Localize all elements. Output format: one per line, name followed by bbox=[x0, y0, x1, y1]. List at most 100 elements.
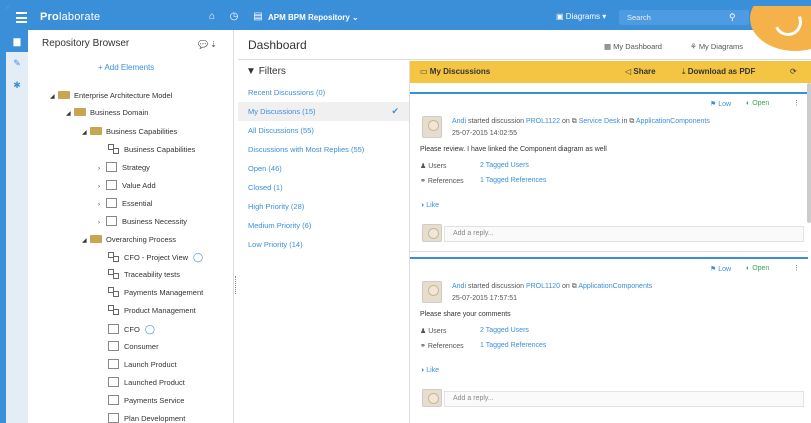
diagrams-menu[interactable]: ▣ Diagrams ▾ bbox=[556, 12, 606, 21]
filter-item[interactable]: Closed (1) bbox=[238, 178, 409, 197]
logo[interactable]: Prolaborate bbox=[40, 11, 100, 23]
discussions-panel: ▭ My Discussions ◁ Share ⤓ Download as P… bbox=[410, 61, 811, 423]
app-window: Prolaborate ⌂ ◷ ▤ APM BPM Repository ⌄ ▣… bbox=[6, 6, 811, 423]
filter-item[interactable]: Open (46) bbox=[238, 159, 409, 178]
document-icon bbox=[108, 377, 119, 387]
like-button[interactable]: ◑ Like bbox=[420, 367, 439, 374]
status-badge[interactable]: ◐ Open bbox=[746, 265, 769, 272]
dashboard-header: Dashboard ▦ My Dashboard ⚘ My Diagrams bbox=[238, 30, 811, 60]
tree-node[interactable]: › Essential bbox=[98, 197, 152, 211]
avatar bbox=[422, 116, 442, 138]
tree-node[interactable]: ◢ Overarching Process bbox=[82, 233, 176, 247]
home-icon[interactable]: ⌂ bbox=[206, 11, 218, 23]
tree-node[interactable]: ◢ Enterprise Architecture Model bbox=[50, 89, 172, 103]
discussions-title: ▭ My Discussions bbox=[420, 67, 491, 76]
tree-node[interactable]: Launched Product bbox=[108, 376, 185, 390]
filter-item[interactable]: Recent Discussions (0) bbox=[238, 83, 409, 102]
tagged-references-link[interactable]: 1 Tagged References bbox=[480, 342, 546, 349]
priority-badge[interactable]: ⚑ Low bbox=[710, 265, 731, 273]
my-diagrams-link[interactable]: ⚘ My Diagrams bbox=[690, 42, 743, 51]
diagram-icon bbox=[108, 305, 119, 315]
avatar bbox=[422, 224, 442, 242]
users-label: ♟ Users bbox=[420, 328, 447, 335]
tagged-users-link[interactable]: 2 Tagged Users bbox=[480, 162, 529, 169]
diagram-icon: ⧉ bbox=[571, 118, 577, 125]
discussion-icon[interactable]: ✎ bbox=[6, 52, 28, 74]
document-icon bbox=[108, 413, 119, 423]
tree-node[interactable]: ◢ Business Capabilities bbox=[82, 125, 177, 139]
panel-title: Repository Browser bbox=[42, 38, 130, 49]
tree-node[interactable]: CFO ◯ bbox=[108, 322, 155, 336]
priority-badge[interactable]: ⚑ Low bbox=[710, 100, 731, 108]
tree-node[interactable]: Traceability tests bbox=[108, 268, 180, 282]
users-label: ♟ Users bbox=[420, 163, 447, 170]
document-icon bbox=[108, 341, 119, 351]
tree-node[interactable]: CFO - Project View ◯ bbox=[108, 250, 203, 264]
discussion-card: ⚑ Low ◐ Open ⋮ Andi started discussion P… bbox=[410, 92, 808, 252]
references-label: ⚭ References bbox=[420, 178, 464, 185]
download-pdf-button[interactable]: ⤓ Download as PDF bbox=[682, 67, 755, 77]
discussions-toolbar: ▭ My Discussions ◁ Share ⤓ Download as P… bbox=[410, 61, 811, 83]
panel-actions[interactable]: 💬 ⇣ bbox=[198, 40, 217, 49]
my-dashboard-link[interactable]: ▦ My Dashboard bbox=[604, 42, 662, 51]
discussion-message: Please review. I have linked the Compone… bbox=[420, 146, 607, 153]
settings-icon[interactable]: ✱ bbox=[6, 74, 28, 96]
status-badge[interactable]: ◐ Open bbox=[746, 100, 769, 107]
tagged-references-link[interactable]: 1 Tagged References bbox=[480, 177, 546, 184]
menu-icon[interactable] bbox=[16, 12, 27, 23]
share-button[interactable]: ◁ Share bbox=[625, 67, 656, 76]
diagram-icon bbox=[108, 252, 119, 262]
document-icon bbox=[108, 395, 119, 405]
references-label: ⚭ References bbox=[420, 343, 464, 350]
discussion-header: Andi started discussion PROL1122 on ⧉ Se… bbox=[452, 118, 710, 125]
filter-item[interactable]: My Discussions (15) ✔ bbox=[238, 102, 409, 121]
diagram-icon: ⧉ bbox=[629, 118, 635, 125]
document-icon bbox=[106, 216, 117, 226]
tree-node[interactable]: › Strategy bbox=[98, 161, 150, 175]
panel-splitter[interactable] bbox=[235, 276, 237, 294]
clock-icon[interactable]: ◷ bbox=[228, 11, 240, 23]
repository-selector[interactable]: APM BPM Repository ⌄ bbox=[268, 13, 359, 22]
more-icon[interactable]: ⋮ bbox=[793, 99, 800, 107]
filter-item[interactable]: Discussions with Most Replies (55) bbox=[238, 140, 409, 159]
refresh-icon[interactable]: ⟳ bbox=[790, 67, 797, 76]
filter-item[interactable]: All Discussions (55) bbox=[238, 121, 409, 140]
tree-node[interactable]: ◢ Business Domain bbox=[66, 106, 148, 120]
folder-icon bbox=[90, 127, 102, 135]
repository-browser: Repository Browser 💬 ⇣ + Add Elements ◢ E… bbox=[28, 30, 234, 423]
tree-node[interactable]: Consumer bbox=[108, 340, 159, 354]
tagged-users-link[interactable]: 2 Tagged Users bbox=[480, 327, 529, 334]
tree-node[interactable]: Launch Product bbox=[108, 358, 177, 372]
document-icon bbox=[106, 162, 117, 172]
scrollbar[interactable] bbox=[807, 83, 811, 223]
reply-input[interactable]: Add a reply... bbox=[444, 226, 804, 242]
filters-panel: ▼ Filters Recent Discussions (0) My Disc… bbox=[238, 61, 410, 423]
filter-item[interactable]: Low Priority (14) bbox=[238, 235, 409, 254]
filter-title: ▼ Filters bbox=[246, 66, 286, 77]
diagram-icon bbox=[108, 144, 119, 154]
tree-node[interactable]: Payments Service bbox=[108, 394, 184, 408]
reply-input[interactable]: Add a reply... bbox=[444, 391, 804, 407]
tree-node[interactable]: Business Capabilities bbox=[108, 143, 195, 157]
check-icon: ✔ bbox=[391, 106, 399, 116]
search-icon[interactable]: ⚲ bbox=[729, 12, 736, 23]
discussion-message: Please share your comments bbox=[420, 311, 511, 318]
tree-node[interactable]: › Value Add bbox=[98, 179, 156, 193]
like-button[interactable]: ◑ Like bbox=[420, 202, 439, 209]
tree-node[interactable]: Payments Management bbox=[108, 286, 203, 300]
tree-node[interactable]: › Business Necessity bbox=[98, 215, 187, 229]
tree-node[interactable]: Plan Development bbox=[108, 412, 185, 423]
document-icon bbox=[106, 180, 117, 190]
folder-icon bbox=[58, 91, 70, 99]
filter-icon: ▼ bbox=[246, 66, 256, 77]
tree-node[interactable]: Product Management bbox=[108, 304, 196, 318]
document-icon bbox=[108, 359, 119, 369]
folder-icon[interactable]: ▆ bbox=[6, 30, 28, 52]
document-icon bbox=[108, 324, 119, 334]
comment-icon: ◯ bbox=[144, 324, 155, 334]
filter-item[interactable]: Medium Priority (6) bbox=[238, 216, 409, 235]
add-elements-button[interactable]: + Add Elements bbox=[98, 63, 154, 72]
filter-item[interactable]: High Priority (28) bbox=[238, 197, 409, 216]
more-icon[interactable]: ⋮ bbox=[793, 264, 800, 272]
diagram-icon: ⧉ bbox=[571, 283, 577, 290]
